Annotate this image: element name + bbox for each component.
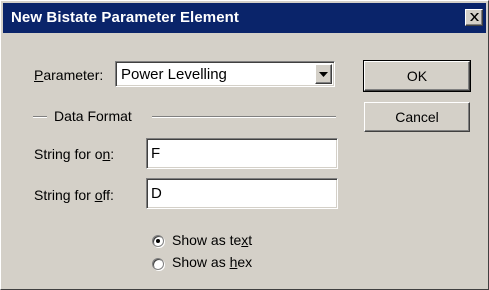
show-as-text-label-pre: Show as te	[172, 232, 242, 248]
string-on-label-post: :	[110, 146, 115, 162]
window-title: New Bistate Parameter Element	[11, 9, 239, 26]
radio-selected-dot	[156, 239, 160, 243]
string-off-label: String for off:	[34, 187, 114, 203]
string-off-label-accesskey: o	[94, 187, 103, 203]
cancel-button-label: Cancel	[395, 109, 439, 125]
show-as-text-radio[interactable]	[152, 235, 164, 247]
dialog-window: New Bistate Parameter Element Parameter:…	[0, 0, 489, 290]
close-x-icon	[470, 13, 479, 21]
string-off-value: D	[151, 185, 162, 202]
parameter-select[interactable]: Power Levelling	[115, 61, 335, 87]
parameter-label-post: arameter:	[43, 67, 104, 83]
show-as-hex-label[interactable]: Show as hex	[172, 254, 252, 270]
group-divider-left	[33, 116, 47, 118]
parameter-label-accesskey: P	[34, 67, 44, 83]
string-on-label-pre: String for o	[34, 146, 103, 162]
close-button[interactable]	[465, 9, 483, 26]
cancel-button[interactable]: Cancel	[364, 102, 470, 132]
show-as-hex-radio[interactable]	[152, 258, 164, 270]
ok-button-label: OK	[406, 68, 428, 84]
data-format-group-title: Data Format	[54, 108, 132, 124]
show-as-text-label[interactable]: Show as text	[172, 232, 252, 248]
string-on-field[interactable]: F	[146, 138, 338, 169]
string-on-label: String for on:	[34, 146, 114, 162]
show-as-text-label-post: t	[248, 232, 253, 248]
chevron-down-icon	[319, 72, 328, 77]
string-off-label-pre: String for	[34, 187, 95, 203]
title-bar: New Bistate Parameter Element	[3, 3, 486, 33]
string-off-field[interactable]: D	[146, 178, 338, 209]
parameter-dropdown-button[interactable]	[315, 64, 332, 84]
ok-button[interactable]: OK	[363, 60, 471, 92]
string-off-label-post: ff:	[102, 187, 114, 203]
show-as-hex-label-post: ex	[237, 254, 253, 270]
show-as-hex-label-pre: Show as	[172, 254, 230, 270]
parameter-label: Parameter:	[34, 67, 103, 83]
string-on-value: F	[151, 145, 161, 162]
group-divider-right	[152, 116, 336, 118]
parameter-selected-value: Power Levelling	[121, 66, 227, 83]
